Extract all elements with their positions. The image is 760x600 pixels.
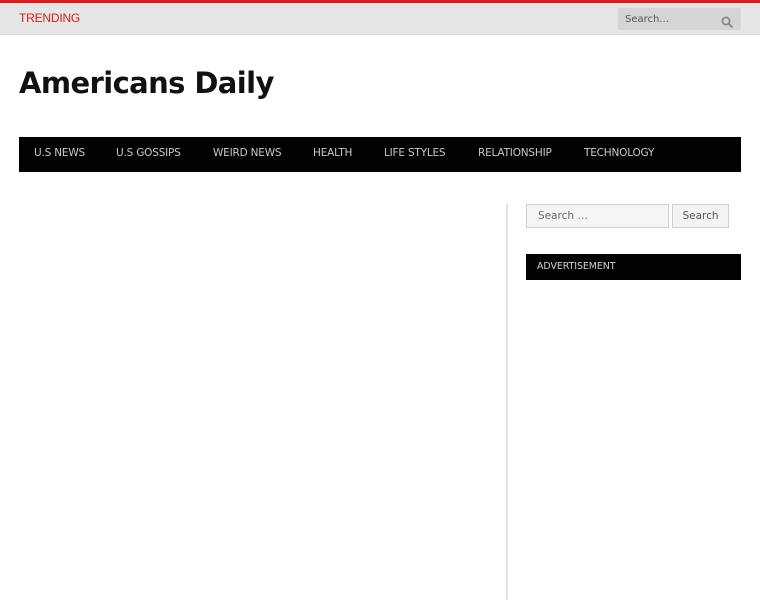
nav-item-life-styles[interactable]: LIFE STYLES xyxy=(384,147,446,159)
search-icon[interactable] xyxy=(721,13,733,28)
nav-item-relationship[interactable]: RELATIONSHIP xyxy=(478,147,552,159)
top-bar: TRENDING xyxy=(0,3,760,35)
site-title[interactable]: Americans Daily xyxy=(19,66,274,100)
sidebar-search-input[interactable] xyxy=(526,204,669,228)
nav-item-technology[interactable]: TECHNOLOGY xyxy=(584,147,654,159)
sidebar-search-button[interactable]: Search xyxy=(672,204,729,228)
nav-item-us-news[interactable]: U.S NEWS xyxy=(34,147,85,159)
advertisement-heading: ADVERTISEMENT xyxy=(526,254,741,280)
nav-item-us-gossips[interactable]: U.S GOSSIPS xyxy=(116,147,181,159)
content-sidebar-divider xyxy=(506,204,508,600)
main-navigation: U.S NEWS U.S GOSSIPS WEIRD NEWS HEALTH L… xyxy=(19,137,741,172)
top-search-input[interactable] xyxy=(618,8,718,30)
nav-item-health[interactable]: HEALTH xyxy=(313,147,352,159)
nav-item-weird-news[interactable]: WEIRD NEWS xyxy=(213,147,282,159)
advertisement-heading-label: ADVERTISEMENT xyxy=(537,261,616,272)
top-search-box xyxy=(618,8,741,30)
trending-label: TRENDING xyxy=(19,11,81,25)
